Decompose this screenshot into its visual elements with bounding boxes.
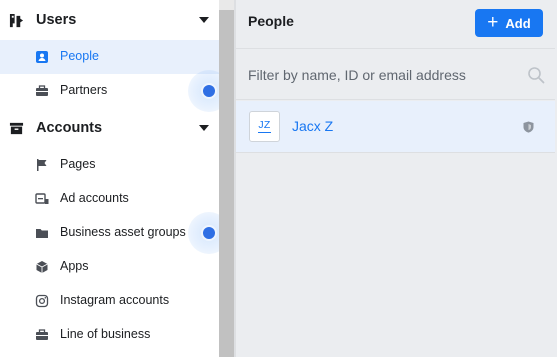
sidebar-item-label: Instagram accounts (60, 293, 170, 307)
folder-icon (36, 229, 48, 238)
section-users-label: Users (36, 12, 77, 28)
sidebar-item-apps[interactable]: Apps (0, 250, 219, 284)
section-users-header[interactable]: Users (0, 2, 219, 38)
scrollbar-track-top (219, 0, 234, 10)
list-item[interactable]: JZ Jacx Z (236, 101, 555, 153)
search-row (236, 50, 555, 100)
sidebar-item-business-asset-groups[interactable]: Business asset groups (0, 216, 219, 250)
people-panel-area: People + Add JZ Jacx Z (236, 0, 557, 357)
sidebar-item-pages[interactable]: Pages (0, 148, 219, 182)
sidebar-item-people[interactable]: People (0, 40, 219, 74)
sidebar-item-label: Partners (60, 83, 108, 97)
sidebar-item-label: Apps (60, 259, 89, 273)
chevron-down-icon[interactable] (199, 125, 209, 131)
section-accounts-header[interactable]: Accounts (0, 110, 219, 146)
page-title: People (248, 13, 294, 29)
briefcase-icon (36, 329, 48, 340)
sidebar-item-ad-accounts[interactable]: Ad accounts (0, 182, 219, 216)
add-button-label: Add (505, 15, 531, 31)
chevron-down-icon[interactable] (199, 17, 209, 23)
avatar: JZ (249, 111, 280, 142)
briefcase-icon (36, 85, 48, 96)
sidebar: Users People Partners Accounts Pages Ad … (0, 0, 230, 357)
sidebar-item-label: Pages (60, 157, 96, 171)
flag-icon (37, 159, 47, 171)
sidebar-item-label: Line of business (60, 327, 151, 341)
panel-header: People + Add (236, 0, 555, 49)
accounts-icon (9, 122, 24, 135)
cube-icon (36, 261, 48, 273)
sidebar-item-label: Business asset groups (60, 225, 186, 239)
sidebar-item-line-of-business[interactable]: Line of business (0, 318, 219, 352)
search-icon[interactable] (527, 66, 545, 84)
search-input[interactable] (248, 64, 518, 86)
sidebar-item-label: People (60, 49, 99, 63)
sidebar-item-label: Ad accounts (60, 191, 129, 205)
users-icon (9, 13, 24, 28)
sidebar-item-partners[interactable]: Partners (0, 74, 219, 108)
avatar-initials: JZ (258, 119, 271, 133)
instagram-icon (35, 294, 49, 308)
person-name: Jacx Z (292, 118, 334, 134)
sidebar-item-instagram-accounts[interactable]: Instagram accounts (0, 284, 219, 318)
section-accounts-label: Accounts (36, 120, 103, 136)
person-badge-icon (36, 51, 48, 63)
ad-account-icon (35, 193, 49, 204)
shield-icon (523, 121, 534, 133)
add-person-button[interactable]: + Add (475, 9, 543, 37)
plus-icon: + (487, 11, 499, 33)
sidebar-scrollbar[interactable] (219, 0, 234, 357)
